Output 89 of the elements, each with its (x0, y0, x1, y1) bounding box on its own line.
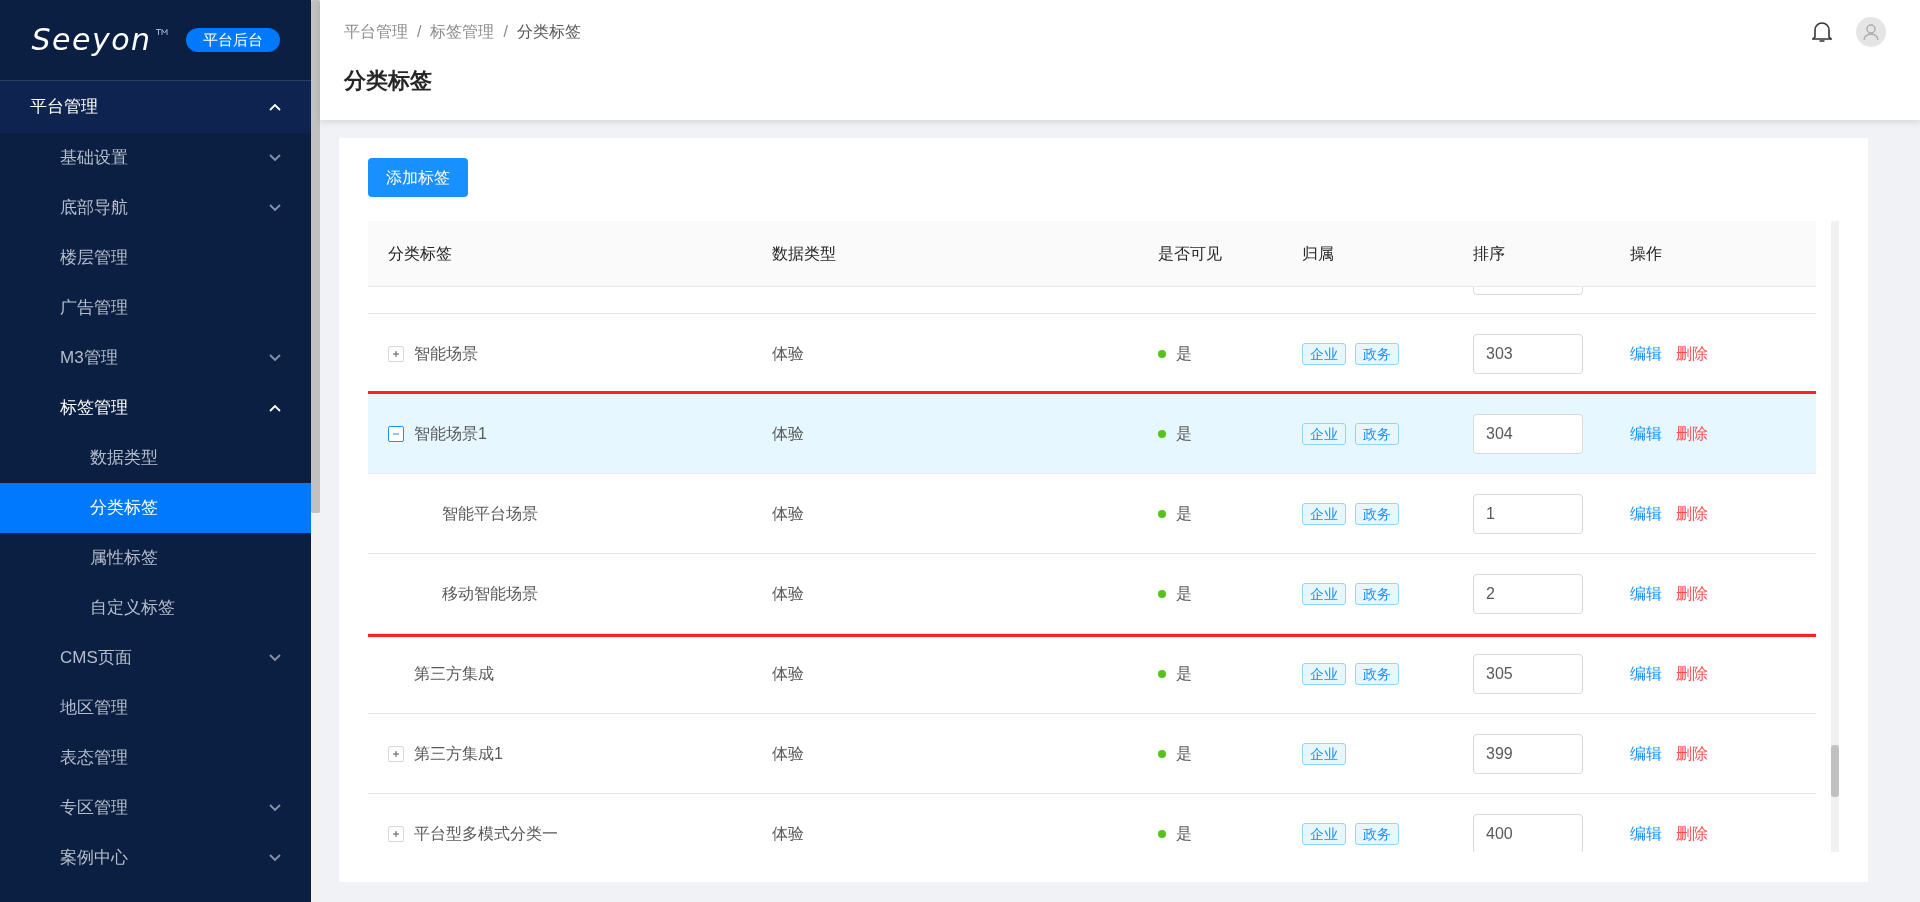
owner-tag: 政务 (1355, 422, 1399, 445)
logo: Seeyon (31, 25, 168, 55)
owner-tag: 企业 (1302, 342, 1346, 365)
plus-icon (392, 349, 400, 358)
chevron-down-icon (269, 354, 281, 362)
breadcrumb-separator: / (417, 22, 422, 42)
column-header: 分类标签 (387, 243, 453, 264)
column-header: 排序 (1472, 243, 1506, 264)
table-cell-text: 是 (1176, 343, 1192, 364)
sidebar-item[interactable]: 底部导航 (0, 183, 311, 233)
table-cell: 体验 (772, 584, 804, 602)
breadcrumb-separator: / (503, 22, 508, 42)
table-cell-text: 移动智能场景 (442, 583, 538, 604)
owner-tag: 企业 (1302, 742, 1346, 765)
column-header: 数据类型 (771, 243, 837, 264)
expand-button[interactable] (388, 745, 404, 762)
order-input[interactable]: 1 (1473, 493, 1583, 534)
column-header: 归属 (1301, 243, 1335, 264)
chevron-down-icon (269, 154, 281, 162)
table-cell-text: 是 (1176, 583, 1192, 604)
trademark-icon (155, 29, 168, 35)
sidebar-item[interactable]: 地区管理 (0, 683, 311, 733)
table-cell-text: 第三方集成1 (414, 743, 503, 764)
sidebar-item[interactable]: 平台管理 (0, 81, 311, 133)
breadcrumb-link[interactable]: 标签管理 (430, 20, 495, 44)
sidebar-item[interactable]: 分类标签 (0, 483, 311, 533)
table-cell: 体验 (772, 744, 804, 762)
expand-button[interactable] (388, 825, 404, 842)
order-input[interactable]: 304 (1473, 413, 1583, 454)
plus-icon (392, 829, 400, 838)
sidebar-item[interactable]: 广告管理 (0, 283, 311, 333)
table-cell: 体验 (772, 664, 804, 682)
table-cell-text: 平台型多模式分类一 (414, 823, 558, 844)
breadcrumb-link[interactable]: 分类标签 (516, 20, 581, 44)
table-cell-text: 是 (1176, 823, 1192, 844)
chevron-down-icon (269, 654, 281, 662)
table-cell-text: 智能平台场景 (442, 503, 538, 524)
order-input[interactable]: 305 (1473, 653, 1583, 694)
column-header: 操作 (1629, 243, 1663, 264)
chevron-down-icon (269, 854, 281, 862)
avatar-icon[interactable] (1856, 17, 1886, 47)
sidebar-item[interactable]: 案例中心 (0, 833, 311, 883)
sidebar-item[interactable]: 表态管理 (0, 733, 311, 783)
table-cell: 体验 (772, 824, 804, 842)
order-input[interactable]: 400 (1473, 813, 1583, 852)
chevron-up-icon (269, 103, 281, 111)
table-cell-text: 是 (1176, 503, 1192, 524)
table-cell-text: 第三方集成 (414, 663, 494, 684)
breadcrumb-link[interactable]: 平台管理 (344, 20, 408, 44)
table-cell-text: 智能场景1 (414, 423, 487, 444)
owner-tag: 企业 (1302, 822, 1346, 845)
owner-tag: 企业 (1302, 422, 1346, 445)
plus-icon (392, 749, 400, 758)
collapse-button[interactable] (388, 425, 404, 442)
owner-tag: 企业 (1302, 662, 1346, 685)
chevron-down-icon (269, 204, 281, 212)
owner-tag: 政务 (1355, 662, 1399, 685)
expand-button[interactable] (388, 345, 404, 362)
column-header: 是否可见 (1157, 243, 1223, 264)
chevron-up-icon (269, 404, 281, 412)
table-cell-text: 是 (1176, 663, 1192, 684)
sidebar-item[interactable]: 楼层管理 (0, 233, 311, 283)
table-cell: 体验 (772, 424, 804, 442)
order-input[interactable]: 399 (1473, 733, 1583, 774)
table-cell: 体验 (772, 504, 804, 522)
sidebar-item[interactable]: 标签管理 (0, 383, 311, 433)
sidebar-item[interactable]: M3管理 (0, 333, 311, 383)
chevron-down-icon (269, 804, 281, 812)
order-input[interactable]: 303 (1473, 333, 1583, 374)
order-input[interactable]: 2 (1473, 573, 1583, 614)
sidebar-item[interactable]: CMS页面 (0, 633, 311, 683)
sidebar-item[interactable]: 专区管理 (0, 783, 311, 833)
owner-tag: 企业 (1302, 582, 1346, 605)
bell-icon[interactable] (1812, 21, 1832, 43)
table-cell: 体验 (772, 344, 804, 362)
owner-tag: 政务 (1355, 502, 1399, 525)
table-cell-text: 是 (1176, 423, 1192, 444)
owner-tag: 政务 (1355, 342, 1399, 365)
table-cell-text: 智能场景 (414, 343, 478, 364)
sidebar-item[interactable]: 属性标签 (0, 533, 311, 583)
table-cell-text: 是 (1176, 743, 1192, 764)
owner-tag: 政务 (1355, 822, 1399, 845)
sidebar-item[interactable]: 自定义标签 (0, 583, 311, 633)
owner-tag: 政务 (1355, 582, 1399, 605)
page-title: 分类标签 (344, 67, 433, 95)
sidebar-item[interactable]: 数据类型 (0, 433, 311, 483)
sidebar-item[interactable]: 基础设置 (0, 133, 311, 183)
platform-badge: 平台后台 (185, 28, 280, 52)
owner-tag: 企业 (1302, 502, 1346, 525)
